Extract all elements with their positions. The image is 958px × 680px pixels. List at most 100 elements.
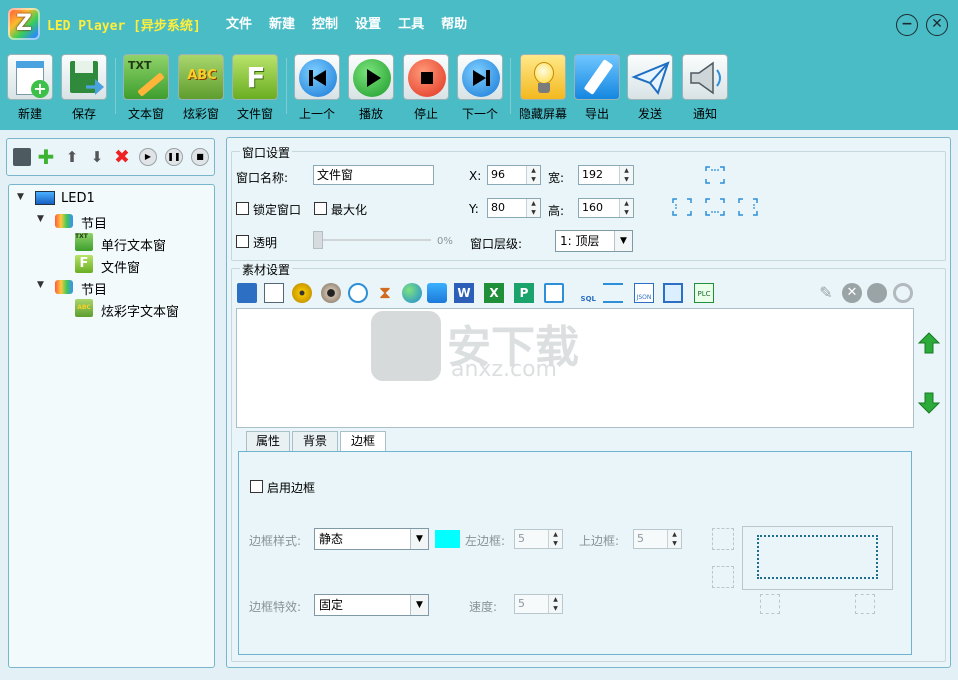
- globe-icon[interactable]: [402, 283, 422, 303]
- move-up-icon[interactable]: ⬆: [63, 148, 81, 166]
- chevron-down-icon[interactable]: ▼: [614, 231, 632, 251]
- menu-tools[interactable]: 工具: [398, 13, 424, 32]
- move-up-arrow-icon[interactable]: [917, 331, 941, 355]
- hourglass-icon[interactable]: ⧗: [375, 283, 395, 303]
- stepper-arrows-icon[interactable]: ▲ ▼: [619, 199, 633, 217]
- window-name-field[interactable]: 文件窗: [313, 165, 434, 185]
- chevron-down-icon[interactable]: ▼: [410, 529, 428, 549]
- layer-select[interactable]: 1: 顶层 ▼: [555, 230, 633, 252]
- tree-item-window[interactable]: TXT 单行文本窗: [75, 233, 215, 254]
- maximize-checkbox[interactable]: [314, 202, 327, 215]
- network-icon[interactable]: [603, 283, 623, 303]
- lock-window-checkbox[interactable]: [236, 202, 249, 215]
- align-left-icon[interactable]: [672, 198, 692, 216]
- stepper-arrows-icon[interactable]: ▲ ▼: [526, 199, 540, 217]
- play-small-icon[interactable]: ▶: [139, 148, 157, 166]
- menu-file[interactable]: 文件: [226, 13, 252, 32]
- stepper-arrows-icon[interactable]: ▲ ▼: [667, 530, 681, 548]
- border-layout-icon[interactable]: [760, 594, 780, 614]
- refresh-icon[interactable]: [893, 283, 913, 303]
- tree-item-led1[interactable]: ▼ LED1: [15, 189, 195, 209]
- word-icon[interactable]: W: [454, 283, 474, 303]
- left-border-stepper[interactable]: 5 ▲ ▼: [514, 529, 563, 549]
- transparency-slider[interactable]: [323, 239, 431, 241]
- border-color-swatch[interactable]: [435, 530, 460, 548]
- edit-icon[interactable]: [237, 283, 257, 303]
- stepper-arrows-icon[interactable]: ▲ ▼: [526, 166, 540, 184]
- database-sql-icon[interactable]: SQL: [576, 283, 596, 303]
- stepper-arrows-icon[interactable]: ▲ ▼: [619, 166, 633, 184]
- pencil-icon[interactable]: ✎: [816, 283, 836, 303]
- dvd-icon[interactable]: [292, 283, 312, 303]
- height-stepper[interactable]: 160 ▲ ▼: [578, 198, 634, 218]
- x-stepper[interactable]: 96 ▲ ▼: [487, 165, 541, 185]
- excel-icon[interactable]: X: [484, 283, 504, 303]
- clock-icon[interactable]: [348, 283, 368, 303]
- pause-small-icon[interactable]: ❚❚: [165, 148, 183, 166]
- tab-border[interactable]: 边框: [340, 431, 386, 452]
- tree-item-program[interactable]: ▼ 节目: [35, 211, 205, 232]
- stop-button[interactable]: 停止: [400, 54, 452, 128]
- tree-item-program[interactable]: ▼ 节目: [35, 277, 205, 298]
- close-button[interactable]: ✕: [926, 14, 948, 36]
- previous-button[interactable]: 上一个: [291, 54, 343, 128]
- play-button[interactable]: 播放: [345, 54, 397, 128]
- align-bottom-icon[interactable]: [705, 198, 725, 216]
- border-layout-icon[interactable]: [855, 594, 875, 614]
- trash-icon[interactable]: [867, 283, 887, 303]
- width-stepper[interactable]: 192 ▲ ▼: [578, 165, 634, 185]
- tree-item-window[interactable]: F 文件窗: [75, 255, 215, 276]
- align-right-icon[interactable]: [738, 198, 758, 216]
- move-down-arrow-icon[interactable]: [917, 391, 941, 415]
- expand-chevron-icon[interactable]: ▼: [37, 280, 44, 290]
- weather-icon[interactable]: [427, 283, 447, 303]
- menu-new[interactable]: 新建: [269, 13, 295, 32]
- send-button[interactable]: 发送: [624, 54, 676, 128]
- move-down-icon[interactable]: ⬇: [88, 148, 106, 166]
- chevron-down-icon[interactable]: ▼: [410, 595, 428, 615]
- border-effect-select[interactable]: 固定 ▼: [314, 594, 429, 616]
- expand-chevron-icon[interactable]: ▼: [17, 192, 24, 202]
- speed-stepper[interactable]: 5 ▲ ▼: [514, 594, 563, 614]
- save-button[interactable]: 保存: [58, 54, 110, 128]
- device-icon[interactable]: [544, 283, 564, 303]
- document-icon[interactable]: [264, 283, 284, 303]
- delete-icon[interactable]: ✖: [113, 148, 131, 167]
- material-list[interactable]: 安下载 anxz.com: [236, 308, 914, 428]
- border-layout-icon[interactable]: [712, 528, 734, 550]
- powerpoint-icon[interactable]: P: [514, 283, 534, 303]
- monitor-icon[interactable]: [663, 283, 683, 303]
- menu-settings[interactable]: 设置: [355, 13, 381, 32]
- expand-chevron-icon[interactable]: ▼: [37, 214, 44, 224]
- tab-background[interactable]: 背景: [292, 431, 338, 451]
- align-top-icon[interactable]: [705, 166, 725, 184]
- file-window-button[interactable]: F 文件窗: [229, 54, 281, 128]
- top-border-stepper[interactable]: 5 ▲ ▼: [633, 529, 682, 549]
- minimize-button[interactable]: −: [896, 14, 918, 36]
- stepper-arrows-icon[interactable]: ▲ ▼: [548, 530, 562, 548]
- export-button[interactable]: 导出: [571, 54, 623, 128]
- open-book-icon[interactable]: [13, 148, 31, 166]
- new-button[interactable]: + 新建: [4, 54, 56, 128]
- next-button[interactable]: 下一个: [454, 54, 506, 128]
- add-icon[interactable]: ✚: [37, 147, 55, 167]
- json-icon[interactable]: JSON: [634, 283, 654, 303]
- hide-screen-button[interactable]: 隐藏屏幕: [515, 54, 571, 128]
- webcam-icon[interactable]: [321, 283, 341, 303]
- menu-control[interactable]: 控制: [312, 13, 338, 32]
- tab-properties[interactable]: 属性: [246, 431, 290, 451]
- remove-icon[interactable]: ✕: [842, 283, 862, 303]
- tree-item-window[interactable]: ABC 炫彩字文本窗: [75, 299, 215, 320]
- colorful-window-button[interactable]: ABC 炫彩窗: [175, 54, 227, 128]
- plc-icon[interactable]: PLC: [694, 283, 714, 303]
- transparent-checkbox[interactable]: [236, 235, 249, 248]
- text-window-button[interactable]: TXT 文本窗: [120, 54, 172, 128]
- border-layout-icon[interactable]: [712, 566, 734, 588]
- menu-help[interactable]: 帮助: [441, 13, 467, 32]
- border-style-select[interactable]: 静态 ▼: [314, 528, 429, 550]
- enable-border-checkbox[interactable]: [250, 480, 263, 493]
- stepper-arrows-icon[interactable]: ▲ ▼: [548, 595, 562, 613]
- y-stepper[interactable]: 80 ▲ ▼: [487, 198, 541, 218]
- notify-button[interactable]: 通知: [679, 54, 731, 128]
- stop-small-icon[interactable]: ■: [191, 148, 209, 166]
